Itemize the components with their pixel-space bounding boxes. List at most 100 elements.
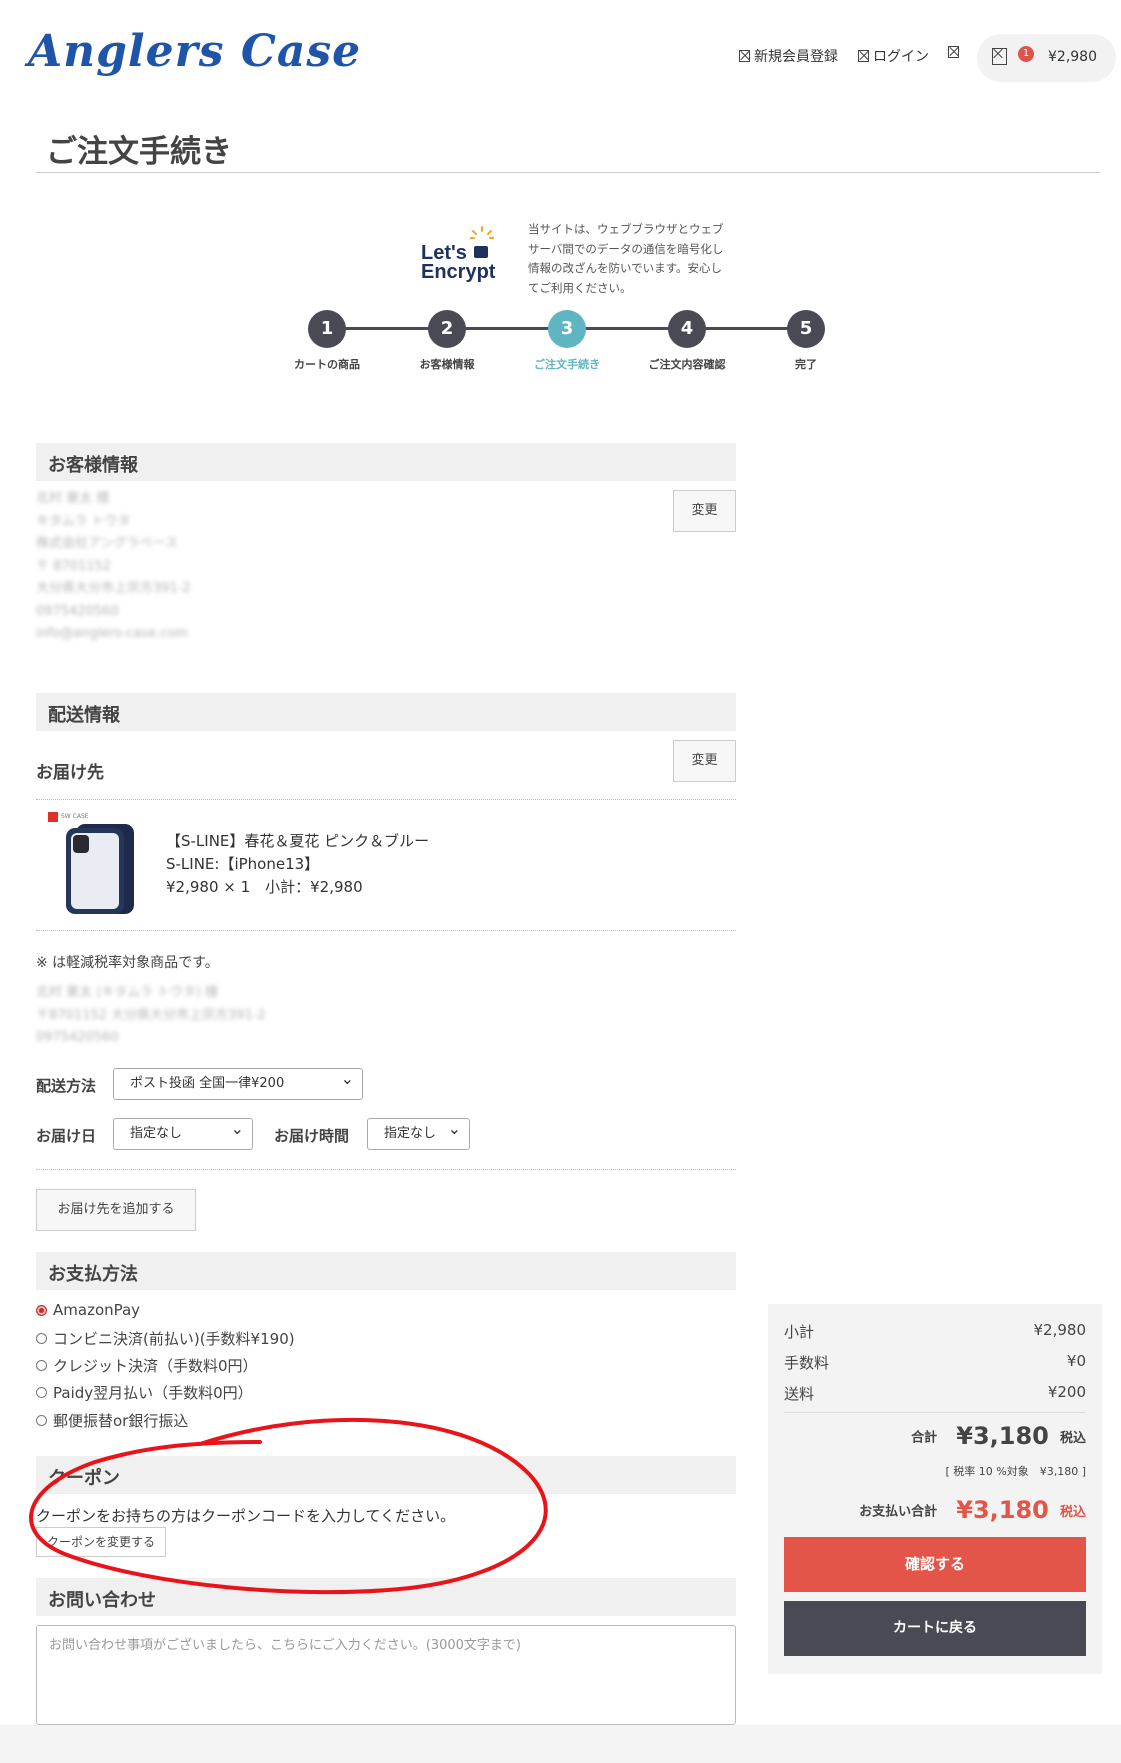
radio-icon[interactable] [36, 1387, 47, 1398]
delivery-time-select[interactable]: 指定なし [367, 1114, 470, 1150]
customer-address: 大分県大分市上宗方391-2 [36, 581, 191, 596]
cart-count-badge: 1 [1018, 46, 1034, 62]
total-label: 合計 [911, 1430, 938, 1446]
step-1: 1 [308, 310, 346, 348]
step-2: 2 [428, 310, 466, 348]
summary-divider [784, 1412, 1086, 1413]
customer-company: 株式会社アングラベース [36, 536, 178, 551]
heart-icon [948, 46, 959, 58]
customer-section-header: お客様情報 [36, 443, 736, 481]
customer-email: info@anglers-case.com [36, 626, 189, 641]
payment-option-amazonpay[interactable]: AmazonPay [36, 1301, 140, 1319]
reduced-tax-note: ※ は軽減税率対象商品です。 [36, 955, 219, 971]
add-destination-button[interactable]: お届け先を追加する [36, 1189, 196, 1231]
title-divider [36, 172, 1100, 173]
step-4-label: ご注文内容確認 [648, 358, 726, 371]
cart-amount: ¥2,980 [1048, 49, 1097, 65]
favorite-link[interactable] [948, 46, 959, 58]
shipping-name: 北村 東太 (キタムラ トウタ) 様 [36, 985, 219, 1000]
subtotal-label: 小計 [784, 1323, 815, 1341]
product-price: ¥2,980 × 1 小計：¥2,980 [166, 878, 363, 896]
payment-total-label: お支払い合計 [859, 1504, 938, 1520]
payment-option-label: クレジット決済（手数料0円） [53, 1357, 258, 1375]
step-1-label: カートの商品 [294, 358, 360, 371]
brand-tag: SW CASE [61, 813, 89, 820]
shipping-heading: 配送情報 [48, 705, 120, 726]
payment-option-credit[interactable]: クレジット決済（手数料0円） [36, 1355, 258, 1376]
shipping-fee-label: 送料 [784, 1385, 815, 1403]
delivery-date-select[interactable]: 指定なし [113, 1114, 253, 1150]
login-label: ログイン [873, 49, 929, 65]
step-5: 5 [787, 310, 825, 348]
brand-tag-icon [48, 812, 58, 822]
login-link[interactable]: ログイン [858, 46, 929, 66]
radio-icon[interactable] [36, 1333, 47, 1344]
fee-label: 手数料 [784, 1354, 830, 1372]
page-title: ご注文手続き [46, 134, 232, 170]
customer-kana: キタムラ トウタ [36, 513, 131, 529]
shipping-fee-row: 送料 ¥200 [784, 1383, 1086, 1404]
subtotal-value: ¥2,980 [1033, 1321, 1087, 1339]
coupon-change-button[interactable]: クーポンを変更する [36, 1527, 166, 1557]
delivery-method-label: 配送方法 [36, 1077, 97, 1095]
back-to-cart-button[interactable]: カートに戻る [784, 1601, 1086, 1656]
payment-option-paidy[interactable]: Paidy翌月払い（手数料0円） [36, 1382, 253, 1403]
product-name[interactable]: 【S-LINE】春花＆夏花 ピンク＆ブルー [166, 830, 429, 853]
product-image[interactable] [66, 824, 136, 916]
badge-line-2: Encrypt [421, 261, 496, 283]
delivery-time-label: お届け時間 [274, 1127, 350, 1145]
payment-option-label: コンビニ決済(前払い)(手数料¥190) [53, 1330, 295, 1348]
inquiry-heading: お問い合わせ [48, 1590, 156, 1611]
customer-details: 北村 東太 様 キタムラ トウタ 株式会社アングラベース 〒 8701152 大… [36, 488, 191, 646]
letsencrypt-badge: Let's Encrypt [421, 243, 496, 283]
fee-row: 手数料 ¥0 [784, 1352, 1086, 1373]
shipping-address: 北村 東太 (キタムラ トウタ) 様 〒8701152 大分県大分市上宗方391… [36, 982, 266, 1050]
total-value: ¥3,180 [956, 1422, 1049, 1450]
register-link[interactable]: 新規会員登録 [739, 46, 838, 66]
login-icon [858, 50, 869, 62]
inquiry-section-header: お問い合わせ [36, 1578, 736, 1616]
coupon-instruction: クーポンをお持ちの方はクーポンコードを入力してください。 [36, 1507, 456, 1525]
cart-icon [992, 48, 1007, 65]
confirm-button[interactable]: 確認する [784, 1537, 1086, 1592]
radio-selected-icon[interactable] [36, 1304, 47, 1316]
page-footer-strip [0, 1725, 1121, 1763]
radio-icon[interactable] [36, 1360, 47, 1371]
payment-total-value: ¥3,180 [956, 1496, 1049, 1524]
customer-heading: お客様情報 [48, 455, 138, 476]
divider [36, 930, 736, 931]
payment-option-bank[interactable]: 郵便振替or銀行振込 [36, 1410, 188, 1431]
delivery-method-select[interactable]: ポスト投函 全国一律¥200 [113, 1064, 363, 1100]
customer-name: 北村 東太 様 [36, 491, 110, 506]
sun-rays-icon [470, 226, 494, 239]
payment-option-label: 郵便振替or銀行振込 [53, 1412, 189, 1430]
fee-value: ¥0 [1066, 1352, 1086, 1370]
payment-total-tax-in: 税込 [1059, 1504, 1086, 1520]
register-label: 新規会員登録 [754, 49, 838, 65]
step-2-label: お客様情報 [419, 358, 475, 371]
shipping-address-line: 〒8701152 大分県大分市上宗方391-2 [36, 1007, 266, 1023]
payment-option-convenience[interactable]: コンビニ決済(前払い)(手数料¥190) [36, 1328, 295, 1349]
radio-icon[interactable] [36, 1415, 47, 1426]
payment-heading: お支払方法 [48, 1264, 138, 1285]
shipping-change-button[interactable]: 変更 [673, 740, 736, 782]
coupon-section-header: クーポン [36, 1456, 736, 1494]
customer-phone: 0975420560 [36, 603, 119, 619]
divider [36, 1169, 736, 1170]
customer-change-button[interactable]: 変更 [673, 490, 736, 532]
inquiry-textarea[interactable]: お問い合わせ事項がございましたら、こちらにご入力ください。(3000文字まで) [36, 1625, 736, 1725]
step-3-label: ご注文手続き [534, 358, 600, 371]
tax-breakdown: [ 税率 10 %対象 ¥3,180 ] [945, 1465, 1086, 1478]
destination-label: お届け先 [36, 763, 104, 783]
total-tax-in: 税込 [1059, 1430, 1086, 1446]
ssl-note: 当サイトは、ウェブブラウザとウェブサーバ間でのデータの通信を暗号化し情報の改ざん… [528, 222, 724, 295]
shipping-phone: 0975420560 [36, 1030, 119, 1045]
site-logo[interactable]: Anglers Case [28, 26, 361, 77]
step-3-current: 3 [548, 310, 586, 348]
total-row: 合計 ¥3,180 税込 [784, 1422, 1086, 1450]
payment-section-header: お支払方法 [36, 1252, 736, 1290]
shipping-section-header: 配送情報 [36, 693, 736, 731]
subtotal-row: 小計 ¥2,980 [784, 1321, 1086, 1342]
product-variant: S-LINE:【iPhone13】 [166, 855, 320, 873]
payment-total-row: お支払い合計 ¥3,180 税込 [784, 1496, 1086, 1524]
